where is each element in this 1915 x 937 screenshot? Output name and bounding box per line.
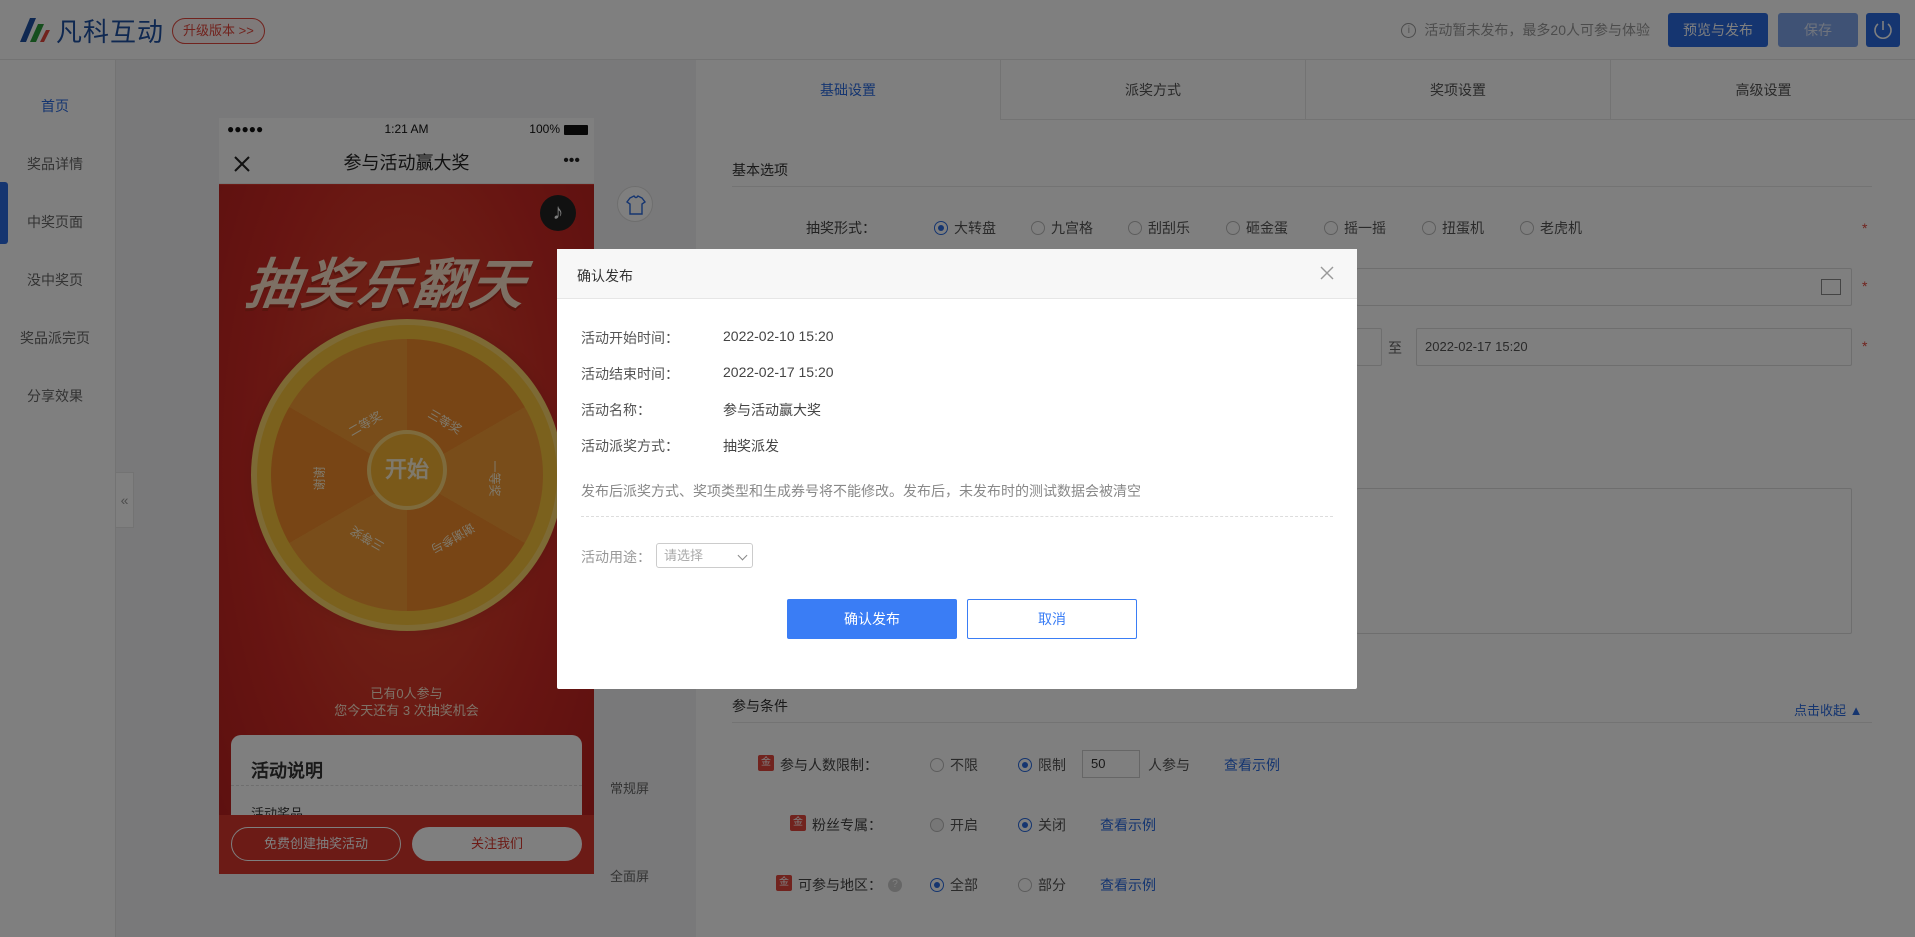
confirm-publish-dialog: 确认发布 活动开始时间： 2022-02-10 15:20 活动结束时间： 20… [557,249,1357,689]
cancel-button[interactable]: 取消 [967,599,1137,639]
activity-purpose-select[interactable]: 请选择 [656,543,753,568]
dialog-header: 确认发布 [557,249,1357,299]
distribution-method-label: 活动派奖方式： [581,438,679,454]
publish-warning-note: 发布后派奖方式、奖项类型和生成券号将不能修改。发布后，未发布时的测试数据会被清空 [581,483,1141,499]
distribution-method-value: 抽奖派发 [723,438,779,454]
close-icon[interactable] [1317,263,1337,283]
dialog-divider [581,516,1333,517]
start-time-label: 活动开始时间： [581,330,679,346]
dialog-title: 确认发布 [577,268,633,284]
start-time-value: 2022-02-10 15:20 [723,328,834,344]
activity-purpose-label: 活动用途： [581,549,651,565]
chevron-down-icon [737,550,748,561]
end-time-label: 活动结束时间： [581,366,679,382]
confirm-publish-button[interactable]: 确认发布 [787,599,957,639]
activity-name-value: 参与活动赢大奖 [723,402,821,418]
end-time-value: 2022-02-17 15:20 [723,364,834,380]
select-placeholder: 请选择 [664,548,704,563]
activity-name-label: 活动名称： [581,402,651,418]
